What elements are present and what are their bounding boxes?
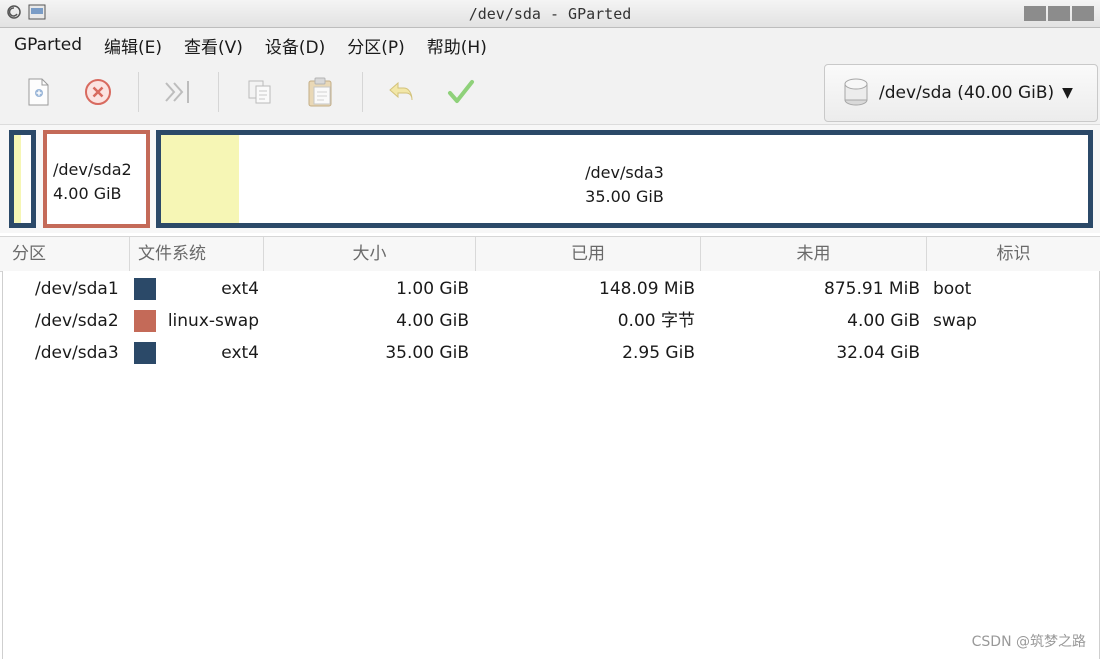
copy-button[interactable]: [243, 75, 277, 109]
size-cell: 1.00 GiB: [396, 279, 469, 299]
toolbar-separator: [362, 72, 363, 112]
partition-cell: /dev/sda1: [35, 279, 119, 299]
col-size[interactable]: 大小: [264, 237, 476, 271]
partition-cell: /dev/sda2: [35, 311, 119, 331]
copy-icon: [248, 80, 271, 104]
delete-partition-button[interactable]: [81, 75, 115, 109]
menu-help[interactable]: 帮助(H): [413, 33, 487, 58]
unused-cell: 32.04 GiB: [836, 343, 920, 363]
resize-icon: [165, 81, 189, 103]
toolbar-separator: [138, 72, 139, 112]
size-cell: 4.00 GiB: [396, 311, 469, 331]
device-selector[interactable]: /dev/sda (40.00 GiB) ▼: [824, 64, 1098, 122]
device-label: /dev/sda (40.00 GiB): [879, 83, 1055, 103]
col-filesystem[interactable]: 文件系统: [130, 237, 264, 271]
sda3-size-label: 35.00 GiB: [585, 187, 664, 206]
paste-icon: [308, 77, 332, 107]
menu-device[interactable]: 设备(D): [251, 33, 325, 58]
sda3-name-label: /dev/sda3: [585, 163, 664, 182]
disk-map-partition-sda2[interactable]: /dev/sda2 4.00 GiB: [43, 130, 150, 228]
used-cell: 0.00 字节: [617, 311, 695, 331]
apply-button[interactable]: [444, 75, 478, 109]
new-icon: [28, 78, 49, 106]
sda2-size-label: 4.00 GiB: [53, 184, 122, 203]
toolbar-separator: [218, 72, 219, 112]
unused-cell: 875.91 MiB: [824, 279, 920, 299]
menu-gparted[interactable]: GParted: [0, 35, 82, 55]
window-controls[interactable]: [1024, 6, 1094, 21]
menu-edit[interactable]: 编辑(E): [90, 33, 162, 58]
table-row[interactable]: /dev/sda2 linux-swap 4.00 GiB 0.00 字节 4.…: [0, 305, 1100, 337]
sda1-used-fill: [14, 135, 21, 223]
col-used[interactable]: 已用: [476, 237, 701, 271]
paste-button[interactable]: [304, 75, 338, 109]
maximize-button[interactable]: [1048, 6, 1070, 21]
col-partition[interactable]: 分区: [0, 237, 130, 271]
col-flags[interactable]: 标识: [927, 237, 1100, 271]
disk-map-partition-sda3[interactable]: /dev/sda3 35.00 GiB: [156, 130, 1093, 228]
table-row[interactable]: /dev/sda3 ext4 35.00 GiB 2.95 GiB 32.04 …: [0, 337, 1100, 369]
menu-partition[interactable]: 分区(P): [333, 33, 405, 58]
fs-color-swatch: [134, 342, 156, 364]
size-cell: 35.00 GiB: [385, 343, 469, 363]
sda2-name-label: /dev/sda2: [53, 160, 132, 179]
undo-icon: [389, 81, 413, 101]
resize-move-button[interactable]: [161, 75, 195, 109]
used-cell: 2.95 GiB: [622, 343, 695, 363]
partition-cell: /dev/sda3: [35, 343, 119, 363]
col-unused[interactable]: 未用: [701, 237, 927, 271]
filesystem-cell: ext4: [221, 279, 259, 299]
window-title: /dev/sda - GParted: [468, 5, 632, 23]
disk-map: /dev/sda2 4.00 GiB /dev/sda3 35.00 GiB: [0, 125, 1100, 233]
partition-table-header: 分区 文件系统 大小 已用 未用 标识: [0, 236, 1100, 272]
fs-color-swatch: [134, 278, 156, 300]
watermark-text: CSDN @筑梦之路: [971, 634, 1086, 650]
window-titlebar: /dev/sda - GParted: [0, 0, 1100, 28]
minimize-button[interactable]: [1024, 6, 1046, 21]
chevron-down-icon: ▼: [1062, 85, 1073, 101]
menu-view[interactable]: 查看(V): [170, 33, 243, 58]
flags-cell: swap: [933, 311, 977, 331]
filesystem-cell: ext4: [221, 343, 259, 363]
harddisk-icon: [844, 78, 868, 106]
unused-cell: 4.00 GiB: [847, 311, 920, 331]
undo-button[interactable]: [385, 75, 419, 109]
table-row[interactable]: /dev/sda1 ext4 1.00 GiB 148.09 MiB 875.9…: [0, 273, 1100, 305]
new-partition-button[interactable]: [22, 75, 56, 109]
fs-color-swatch: [134, 310, 156, 332]
filesystem-cell: linux-swap: [167, 311, 259, 331]
delete-icon: [85, 79, 111, 105]
apply-icon: [448, 80, 474, 103]
close-button[interactable]: [1072, 6, 1094, 21]
flags-cell: boot: [933, 279, 972, 299]
menu-bar: GParted 编辑(E) 查看(V) 设备(D) 分区(P) 帮助(H): [0, 28, 1100, 62]
used-cell: 148.09 MiB: [599, 279, 695, 299]
disk-map-partition-sda1[interactable]: [9, 130, 36, 228]
